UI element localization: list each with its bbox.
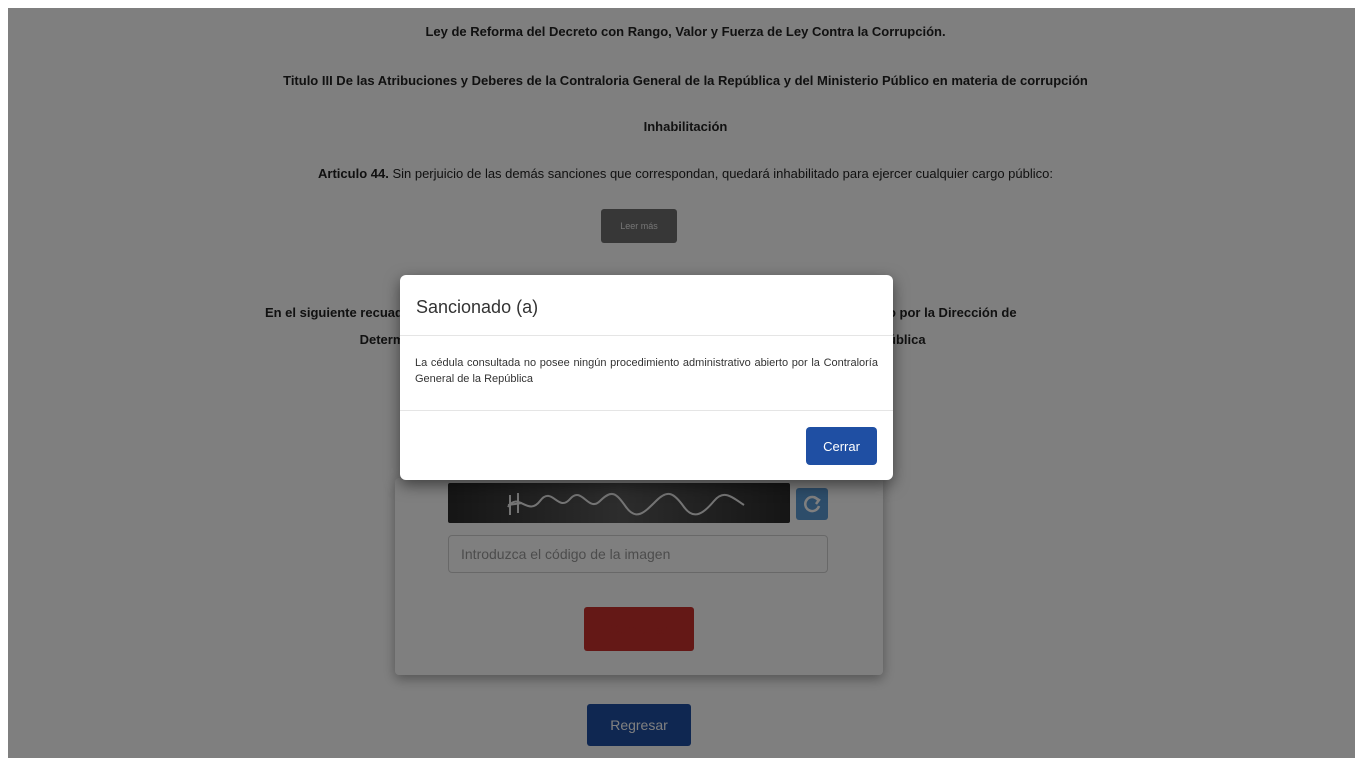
modal-title: Sancionado (a) [416,297,539,317]
modal-header-divider [400,335,893,336]
page-edge-left [0,0,8,758]
page-edge-right [1355,0,1363,758]
sanction-modal: Sancionado (a) La cédula consultada no p… [400,275,893,480]
close-button[interactable]: Cerrar [806,427,877,465]
modal-footer-divider [400,410,893,411]
page-edge-top [0,0,1363,8]
modal-body-text: La cédula consultada no posee ningún pro… [415,357,878,385]
